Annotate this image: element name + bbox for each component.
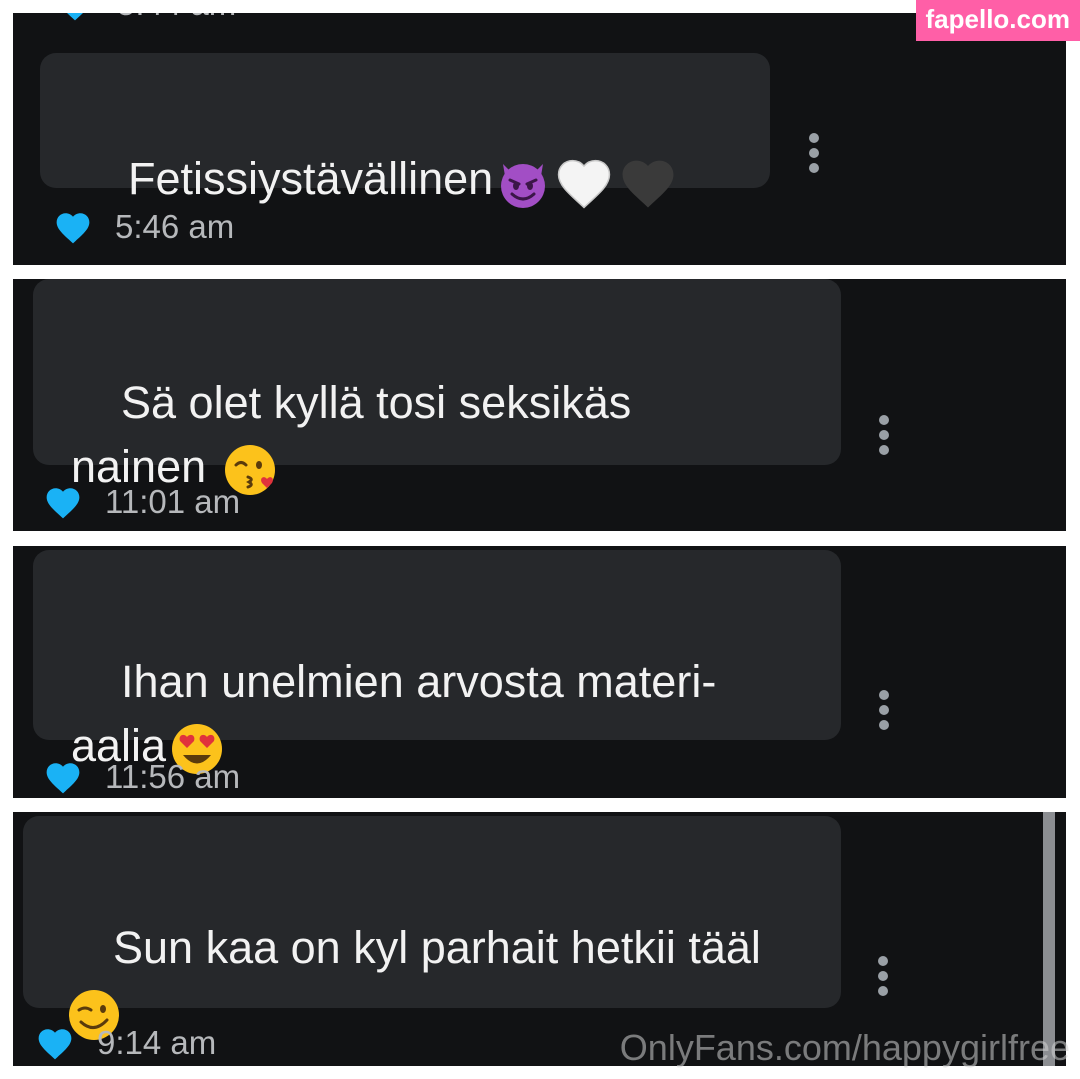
more-options-icon[interactable] xyxy=(808,133,820,173)
message-time: 5:44 am xyxy=(117,13,236,23)
message-time: 5:46 am xyxy=(115,208,235,245)
message-bubble[interactable]: Ihan unelmien arvosta materi- aalia xyxy=(33,550,841,775)
message-time: 11:56 am xyxy=(105,758,241,795)
message-time: 9:14 am xyxy=(97,1024,217,1061)
message-bubble[interactable]: Fetissiystävällinen xyxy=(40,53,770,209)
message-meta: 5:46 am xyxy=(53,208,234,246)
message-time: 11:01 am xyxy=(105,483,241,520)
smiling-imp-emoji xyxy=(495,154,551,210)
watermark: OnlyFans.com/happygirlfree xyxy=(619,1027,1070,1068)
heart-icon[interactable] xyxy=(55,13,95,22)
chat-panel-3: Ihan unelmien arvosta materi- aalia 11:5… xyxy=(13,546,1066,798)
message-bubble[interactable]: Sun kaa on kyl parhait hetkii tääl xyxy=(23,816,841,1041)
message-meta: 11:01 am xyxy=(43,483,240,521)
message-meta: 9:14 am xyxy=(35,1024,216,1062)
chat-panel-2: Sä olet kyllä tosi seksikäs nainen 11:01… xyxy=(13,279,1066,531)
heart-icon[interactable] xyxy=(53,209,93,245)
heart-icon[interactable] xyxy=(35,1025,75,1061)
message-text: Sä olet kyllä tosi seksikäs nainen xyxy=(71,377,632,492)
message-bubble[interactable]: Sä olet kyllä tosi seksikäs nainen xyxy=(33,279,841,496)
chat-panel-1: 5:44 am Fetissiystävällinen 5:46 am xyxy=(13,13,1066,265)
heart-icon[interactable] xyxy=(43,759,83,795)
message-meta: 11:56 am xyxy=(43,758,240,796)
black-heart-emoji xyxy=(617,154,679,210)
message-text: Sun kaa on kyl parhait hetkii tääl xyxy=(113,922,761,973)
message-text: Fetissiystävällinen xyxy=(128,153,494,204)
white-heart-emoji xyxy=(553,154,615,210)
heart-icon[interactable] xyxy=(43,484,83,520)
more-options-icon[interactable] xyxy=(877,956,889,996)
previous-message-meta: 5:44 am xyxy=(55,13,236,23)
more-options-icon[interactable] xyxy=(878,415,890,455)
more-options-icon[interactable] xyxy=(878,690,890,730)
brand-badge: fapello.com xyxy=(915,0,1080,41)
